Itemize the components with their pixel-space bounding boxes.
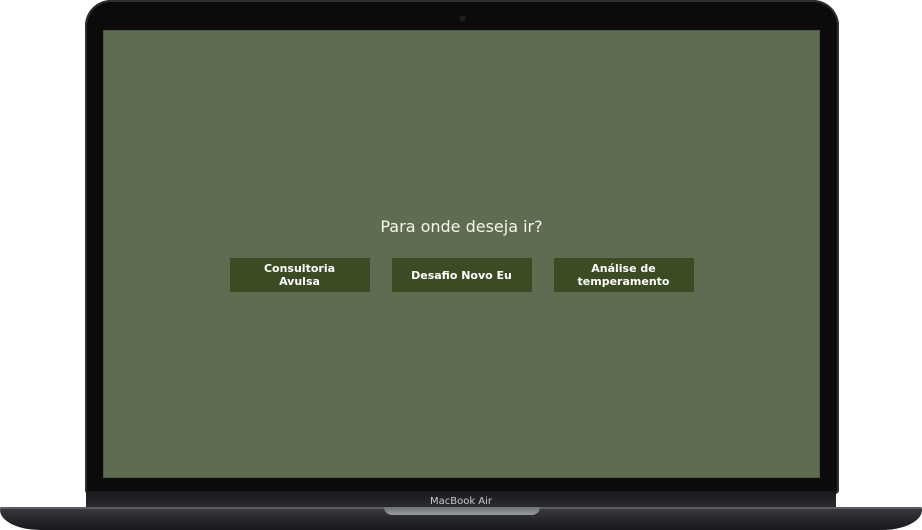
destination-chooser: Para onde deseja ir? Consultoria Avulsa … bbox=[104, 216, 819, 292]
laptop-hinge: MacBook Air bbox=[86, 491, 836, 508]
consultoria-avulsa-button[interactable]: Consultoria Avulsa bbox=[229, 258, 370, 292]
page-title: Para onde deseja ir? bbox=[380, 217, 543, 236]
camera-icon bbox=[460, 16, 465, 21]
laptop-mockup: Para onde deseja ir? Consultoria Avulsa … bbox=[0, 0, 922, 530]
screen: Para onde deseja ir? Consultoria Avulsa … bbox=[103, 30, 820, 478]
opening-notch bbox=[384, 507, 540, 515]
analise-temperamento-button[interactable]: Análise de temperamento bbox=[553, 258, 694, 292]
laptop-lid: Para onde deseja ir? Consultoria Avulsa … bbox=[85, 0, 839, 494]
device-brand-label: MacBook Air bbox=[429, 496, 493, 507]
desafio-novo-eu-button[interactable]: Desafio Novo Eu bbox=[391, 258, 532, 292]
laptop-base bbox=[0, 507, 922, 530]
button-group: Consultoria Avulsa Desafio Novo Eu Análi… bbox=[104, 258, 819, 292]
